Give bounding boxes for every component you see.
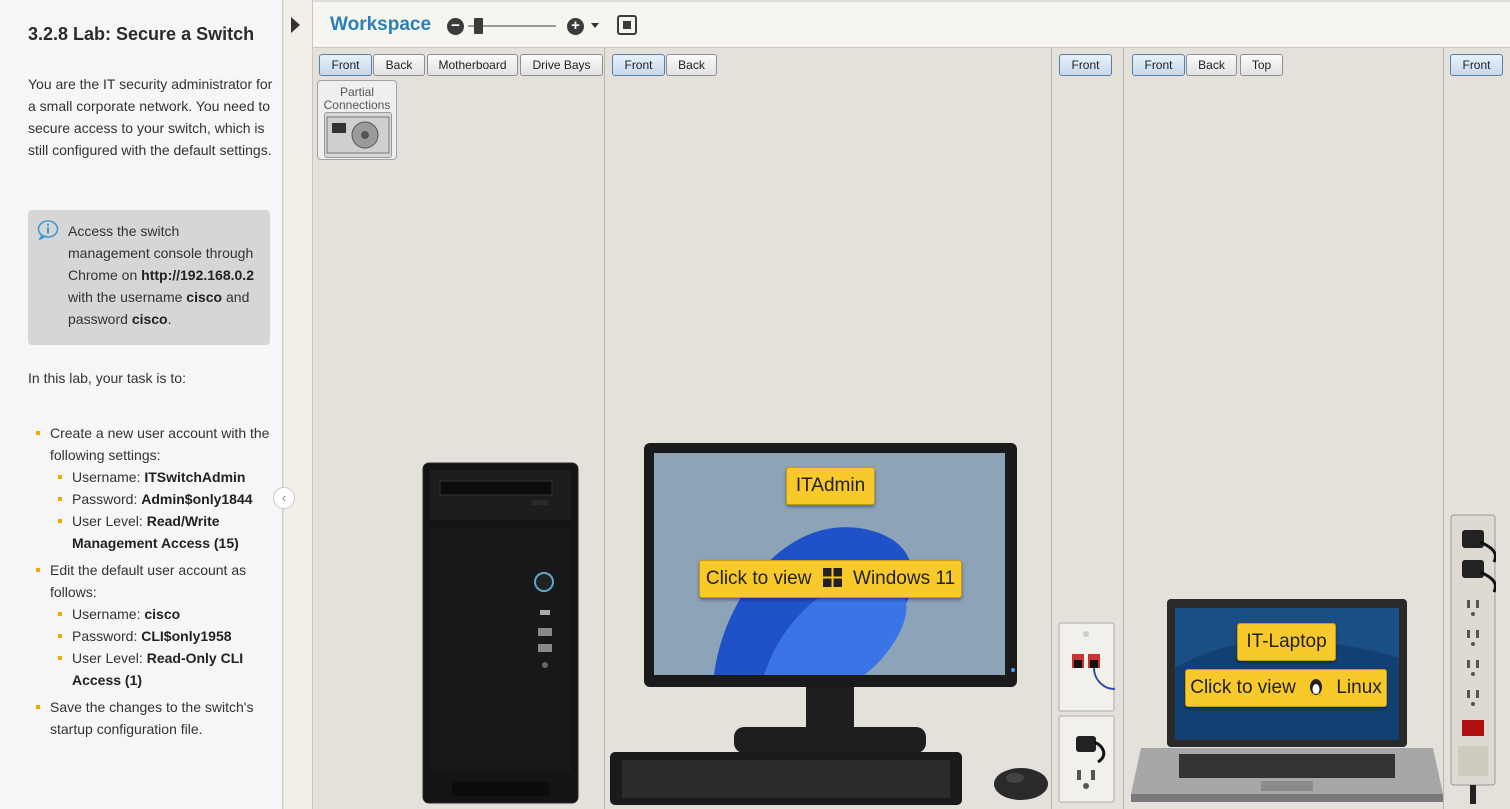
workspace-toolbar	[313, 0, 1510, 48]
info-note: Access the switch management console thr…	[28, 210, 270, 345]
task-sub-list: Username: cisco Password: CLI$only1958 U…	[50, 603, 278, 691]
side-rail	[284, 0, 313, 809]
task-sub-item: User Level: Read/Write Management Access…	[50, 510, 278, 554]
wall-plate[interactable]	[1058, 622, 1115, 804]
laptop-back-view-button[interactable]: Back	[1186, 54, 1237, 76]
wallplate-front-view-button[interactable]: Front	[1059, 54, 1112, 76]
laptop-front-view-button[interactable]: Front	[1132, 54, 1185, 76]
itadmin-view-button[interactable]: Click to view Windows 11	[699, 560, 962, 598]
chevron-left-icon: ‹	[281, 490, 287, 505]
task-sub-item: Username: cisco	[50, 603, 278, 625]
fit-to-screen-icon[interactable]	[617, 15, 637, 35]
task-sub-item: Password: Admin$only1844	[50, 488, 278, 510]
tower-drive-bays-view-button[interactable]: Drive Bays	[520, 54, 603, 76]
default-username: cisco	[186, 289, 223, 305]
lab-intro: You are the IT security administrator fo…	[28, 76, 273, 158]
column-divider	[1123, 48, 1124, 809]
zoom-slider-handle[interactable]	[474, 18, 483, 34]
collapse-panel-button[interactable]: ‹	[273, 487, 295, 509]
info-icon	[37, 220, 59, 240]
column-divider	[604, 48, 605, 809]
task-item: Save the changes to the switch's startup…	[28, 696, 278, 740]
task-sub-item: User Level: Read-Only CLI Access (1)	[50, 647, 278, 691]
task-item: Create a new user account with the follo…	[28, 422, 278, 554]
monitor-back-view-button[interactable]: Back	[666, 54, 717, 76]
mouse[interactable]	[993, 766, 1049, 802]
partial-connections-tile[interactable]: Partial Connections	[317, 80, 397, 160]
tower-back-view-button[interactable]: Back	[373, 54, 425, 76]
tower-motherboard-view-button[interactable]: Motherboard	[427, 54, 518, 76]
powerstrip-front-view-button[interactable]: Front	[1450, 54, 1503, 76]
task-sub-list: Username: ITSwitchAdmin Password: Admin$…	[50, 466, 278, 554]
laptop-top-view-button[interactable]: Top	[1240, 54, 1283, 76]
default-password: cisco	[131, 311, 168, 327]
power-strip[interactable]	[1450, 514, 1496, 804]
column-divider	[1443, 48, 1444, 809]
task-list: Create a new user account with the follo…	[28, 422, 278, 745]
workspace-title: Workspace	[330, 14, 432, 35]
keyboard[interactable]	[610, 752, 962, 805]
instructions-panel: 3.2.8 Lab: Secure a Switch You are the I…	[0, 0, 283, 809]
task-sub-item: Username: ITSwitchAdmin	[50, 466, 278, 488]
partial-connections-label: Partial Connections	[323, 85, 391, 112]
itadmin-label[interactable]: ITAdmin	[786, 467, 875, 505]
zoom-out-button[interactable]: −	[447, 18, 464, 35]
tower-front-view-button[interactable]: Front	[319, 54, 372, 76]
power-supply-icon	[324, 112, 392, 158]
console-url: http://192.168.0.2	[141, 267, 254, 283]
it-laptop-label[interactable]: IT-Laptop	[1237, 623, 1336, 661]
it-laptop-view-button[interactable]: Click to view Linux	[1185, 669, 1387, 707]
windows-logo-icon	[822, 568, 842, 587]
task-intro: In this lab, your task is to:	[28, 370, 186, 386]
task-item: Edit the default user account as follows…	[28, 559, 278, 691]
column-divider	[1051, 48, 1052, 809]
expand-arrow-icon[interactable]	[291, 17, 300, 33]
zoom-in-button[interactable]: +	[567, 18, 584, 35]
monitor-front-view-button[interactable]: Front	[612, 54, 665, 76]
task-sub-item: Password: CLI$only1958	[50, 625, 278, 647]
desktop-tower[interactable]	[422, 462, 579, 804]
linux-tux-icon	[1310, 679, 1323, 696]
lab-title: 3.2.8 Lab: Secure a Switch	[28, 24, 255, 44]
note-text: Access the switch management console thr…	[68, 223, 254, 327]
zoom-dropdown-icon[interactable]	[591, 23, 599, 28]
